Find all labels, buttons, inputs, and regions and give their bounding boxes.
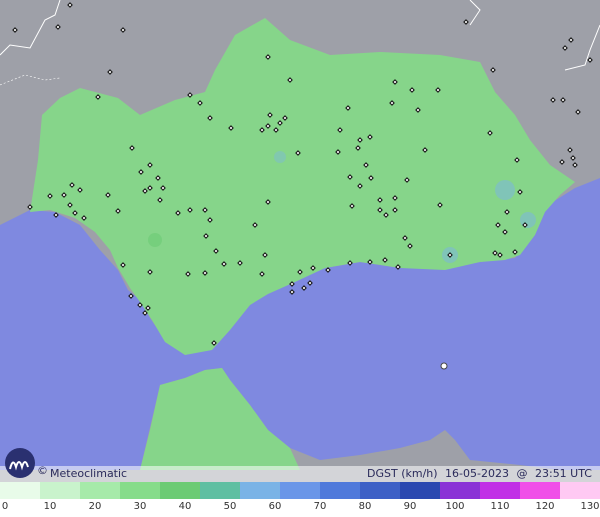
legend-swatch <box>520 482 560 499</box>
legend-tick-label: 130 <box>580 501 600 512</box>
legend-swatch <box>360 482 400 499</box>
legend-tick-label: 70 <box>313 501 327 512</box>
legend-swatch <box>40 482 80 499</box>
legend-tick-label: 80 <box>358 501 372 512</box>
legend-tick-label: 0 <box>1 501 9 512</box>
at-label: @ <box>516 467 528 480</box>
brand-label[interactable]: Meteoclimatic <box>50 467 127 480</box>
map-caption: DGST (km/h) 16-05-2023 @ 23:51 UTC <box>363 467 592 480</box>
legend-tick-labels: 0 10 20 30 40 50 60 70 80 90 100 110 120 130 <box>0 499 600 517</box>
meteoclimatic-logo-icon[interactable]: © <box>4 447 50 479</box>
wind-hotspot <box>148 233 162 247</box>
footer-bar: Meteoclimatic DGST (km/h) 16-05-2023 @ 2… <box>0 466 600 482</box>
time-label: 23:51 UTC <box>534 467 592 480</box>
svg-text:©: © <box>37 464 48 477</box>
legend-tick-label: 50 <box>223 501 237 512</box>
legend-swatch <box>0 482 40 499</box>
wind-hotspot <box>520 212 536 228</box>
legend-tick-label: 110 <box>490 501 510 512</box>
legend-tick-label: 10 <box>43 501 57 512</box>
map[interactable] <box>0 0 600 517</box>
legend-color-scale <box>0 482 600 499</box>
wind-hotspot <box>495 180 515 200</box>
legend-tick-label: 30 <box>133 501 147 512</box>
legend-tick-label: 120 <box>535 501 555 512</box>
alboran-island <box>440 362 448 370</box>
legend-tick-label: 20 <box>88 501 102 512</box>
map-canvas[interactable] <box>0 0 600 517</box>
legend-swatch <box>480 482 520 499</box>
legend-tick-label: 100 <box>445 501 465 512</box>
legend-swatch <box>280 482 320 499</box>
legend-swatch <box>400 482 440 499</box>
date-label: 16-05-2023 <box>445 467 509 480</box>
legend-swatch <box>320 482 360 499</box>
legend-swatch <box>240 482 280 499</box>
legend-swatch <box>160 482 200 499</box>
wind-hotspot <box>274 151 286 163</box>
legend-swatch <box>80 482 120 499</box>
legend-swatch <box>120 482 160 499</box>
legend-tick-label: 60 <box>268 501 282 512</box>
legend-swatch <box>200 482 240 499</box>
legend-swatch <box>440 482 480 499</box>
legend-tick-label: 90 <box>403 501 417 512</box>
legend-swatch <box>560 482 600 499</box>
variable-label: DGST (km/h) <box>367 467 438 480</box>
legend-tick-label: 40 <box>178 501 192 512</box>
